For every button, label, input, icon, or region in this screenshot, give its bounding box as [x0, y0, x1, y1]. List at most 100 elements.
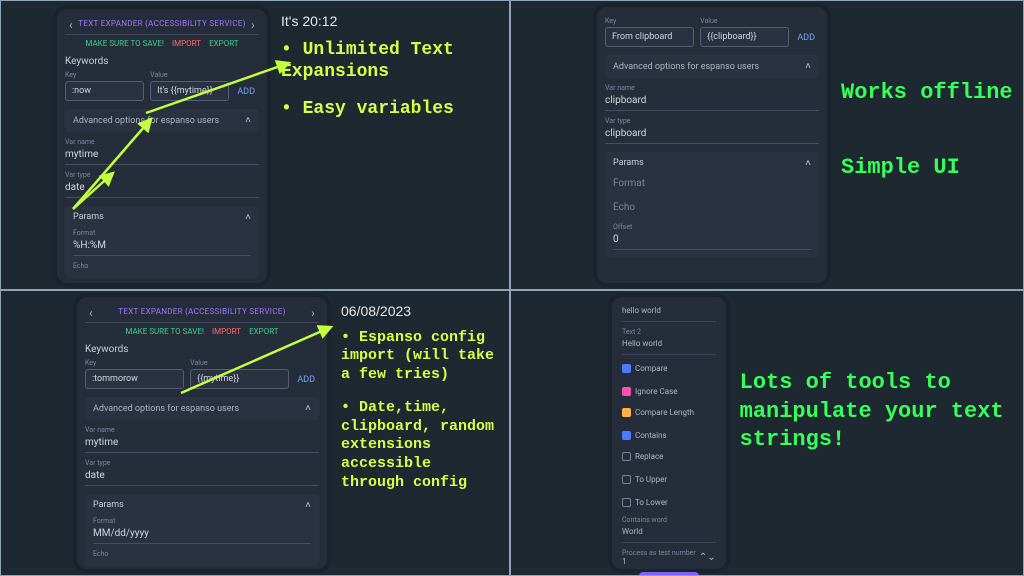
advanced-accordion[interactable]: Advanced options for espanso users ˄ [85, 397, 319, 420]
echo-label: Echo [73, 262, 251, 270]
value-input[interactable]: {{mytime}} [190, 369, 289, 389]
var-name-input[interactable]: mytime [65, 146, 259, 165]
bullet: Espanso config import (will take a few t… [341, 329, 501, 385]
phone-panel-2: Key From clipboard Value {{clipboard}} A… [597, 7, 827, 283]
offset-input[interactable]: 0 [613, 231, 811, 250]
advanced-label: Advanced options for espanso users [93, 404, 239, 414]
quadrant-4: hello world Text 2 Hello world Compare I… [510, 290, 1024, 576]
process-button[interactable]: Process [639, 572, 700, 576]
process-num-label: Process as test number [622, 549, 696, 557]
format-placeholder[interactable]: Format [613, 175, 811, 193]
params-label: Params [613, 158, 644, 169]
process-num-input[interactable]: 1 [622, 557, 696, 566]
titlebar: ‹ TEXT EXPANDER (ACCESSIBILITY SERVICE) … [65, 15, 259, 35]
save-hint: MAKE SURE TO SAVE! [125, 327, 204, 336]
advanced-accordion[interactable]: Advanced options for espanso users ˄ [605, 55, 819, 78]
forward-icon[interactable]: › [311, 306, 315, 320]
keywords-heading: Keywords [65, 56, 259, 67]
mk-line: Lots of tools to manipulate your text st… [740, 370, 1004, 452]
text2-input[interactable]: Hello world [622, 336, 716, 355]
var-name-input[interactable]: mytime [85, 434, 319, 453]
var-type-input[interactable]: clipboard [605, 125, 819, 144]
bullet: Date,time, clipboard, random extensions … [341, 399, 501, 493]
chevron-up-icon[interactable]: ˄ [305, 500, 311, 511]
expansion-result: 06/08/2023 [341, 303, 501, 321]
key-label: Key [85, 359, 184, 367]
echo-label: Echo [93, 550, 311, 558]
var-type-label: Var type [605, 117, 819, 125]
var-type-label: Var type [85, 459, 319, 467]
advanced-accordion[interactable]: Advanced options for espanso users ˄ [65, 109, 259, 132]
add-button[interactable]: ADD [295, 371, 319, 389]
marketing-text-2: Works offline Simple UI [835, 67, 1013, 283]
app-title: TEXT EXPANDER (ACCESSIBILITY SERVICE) [78, 19, 245, 28]
echo-placeholder[interactable]: Echo [613, 199, 811, 217]
key-input[interactable]: :now [65, 81, 144, 101]
format-label: Format [93, 517, 311, 525]
format-input[interactable]: %H:%M [73, 237, 251, 256]
import-button[interactable]: IMPORT [212, 327, 241, 336]
chk-to-lower[interactable]: To Lower [622, 498, 668, 507]
format-label: Format [73, 229, 251, 237]
chevron-up-icon[interactable]: ˄ [805, 158, 811, 169]
chk-to-upper[interactable]: To Upper [622, 475, 667, 484]
var-type-input[interactable]: date [65, 179, 259, 198]
chevron-up-icon: ˄ [805, 61, 811, 72]
value-label: Value [150, 71, 229, 79]
format-input[interactable]: MM/dd/yyyy [93, 525, 311, 544]
contains-word-input[interactable]: World [622, 524, 716, 543]
chk-compare[interactable]: Compare [622, 364, 668, 373]
value-label: Value [700, 17, 789, 25]
marketing-text-1: It's 20:12 Unlimited Text Expansions Eas… [275, 7, 503, 283]
sample-text-1: hello world [622, 303, 716, 322]
expansion-result: It's 20:12 [281, 13, 501, 31]
chk-compare-length[interactable]: Compare Length [622, 408, 694, 417]
contains-word-label: Contains word [622, 516, 716, 524]
text2-label: Text 2 [622, 328, 716, 336]
add-button[interactable]: ADD [795, 29, 819, 47]
chevron-up-icon: ˄ [245, 115, 251, 126]
bullet: Easy variables [281, 98, 501, 121]
keywords-heading: Keywords [85, 344, 319, 355]
marketing-text-4: Lots of tools to manipulate your text st… [734, 357, 1017, 569]
offset-label: Offset [613, 223, 811, 231]
value-input[interactable]: {{clipboard}} [700, 27, 789, 47]
var-name-label: Var name [65, 138, 259, 146]
chk-replace[interactable]: Replace [622, 452, 663, 461]
tool-panel: hello world Text 2 Hello world Compare I… [612, 297, 726, 569]
mk-line: Works offline [841, 80, 1013, 105]
value-input[interactable]: It's {{mytime}} [150, 81, 229, 101]
params-label: Params [93, 500, 124, 511]
export-button[interactable]: EXPORT [209, 39, 239, 48]
back-icon[interactable]: ‹ [89, 306, 93, 320]
key-input[interactable]: From clipboard [605, 27, 694, 47]
var-name-label: Var name [605, 84, 819, 92]
quadrant-2: Key From clipboard Value {{clipboard}} A… [510, 0, 1024, 290]
key-label: Key [65, 71, 144, 79]
import-button[interactable]: IMPORT [172, 39, 201, 48]
chk-contains[interactable]: Contains [622, 431, 667, 440]
mk-line: Simple UI [841, 154, 1013, 183]
var-name-input[interactable]: clipboard [605, 92, 819, 111]
add-button[interactable]: ADD [235, 83, 259, 101]
var-type-input[interactable]: date [85, 467, 319, 486]
phone-panel-1: ‹ TEXT EXPANDER (ACCESSIBILITY SERVICE) … [57, 9, 267, 283]
app-title: TEXT EXPANDER (ACCESSIBILITY SERVICE) [118, 307, 285, 316]
stepper-icon[interactable]: ⌃⌄ [699, 552, 716, 563]
key-input[interactable]: :tommorow [85, 369, 184, 389]
quadrant-3: ‹ TEXT EXPANDER (ACCESSIBILITY SERVICE) … [0, 290, 510, 576]
quadrant-1: ‹ TEXT EXPANDER (ACCESSIBILITY SERVICE) … [0, 0, 510, 290]
chevron-up-icon: ˄ [305, 403, 311, 414]
marketing-text-3: 06/08/2023 Espanso config import (will t… [335, 297, 503, 569]
params-label: Params [73, 212, 104, 223]
phone-panel-3: ‹ TEXT EXPANDER (ACCESSIBILITY SERVICE) … [77, 297, 327, 569]
var-name-label: Var name [85, 426, 319, 434]
back-icon[interactable]: ‹ [69, 18, 73, 32]
export-button[interactable]: EXPORT [249, 327, 279, 336]
advanced-label: Advanced options for espanso users [73, 116, 219, 126]
chevron-up-icon[interactable]: ˄ [245, 212, 251, 223]
forward-icon[interactable]: › [251, 18, 255, 32]
key-label: Key [605, 17, 694, 25]
advanced-label: Advanced options for espanso users [613, 62, 759, 72]
chk-ignore-case[interactable]: Ignore Case [622, 387, 677, 396]
